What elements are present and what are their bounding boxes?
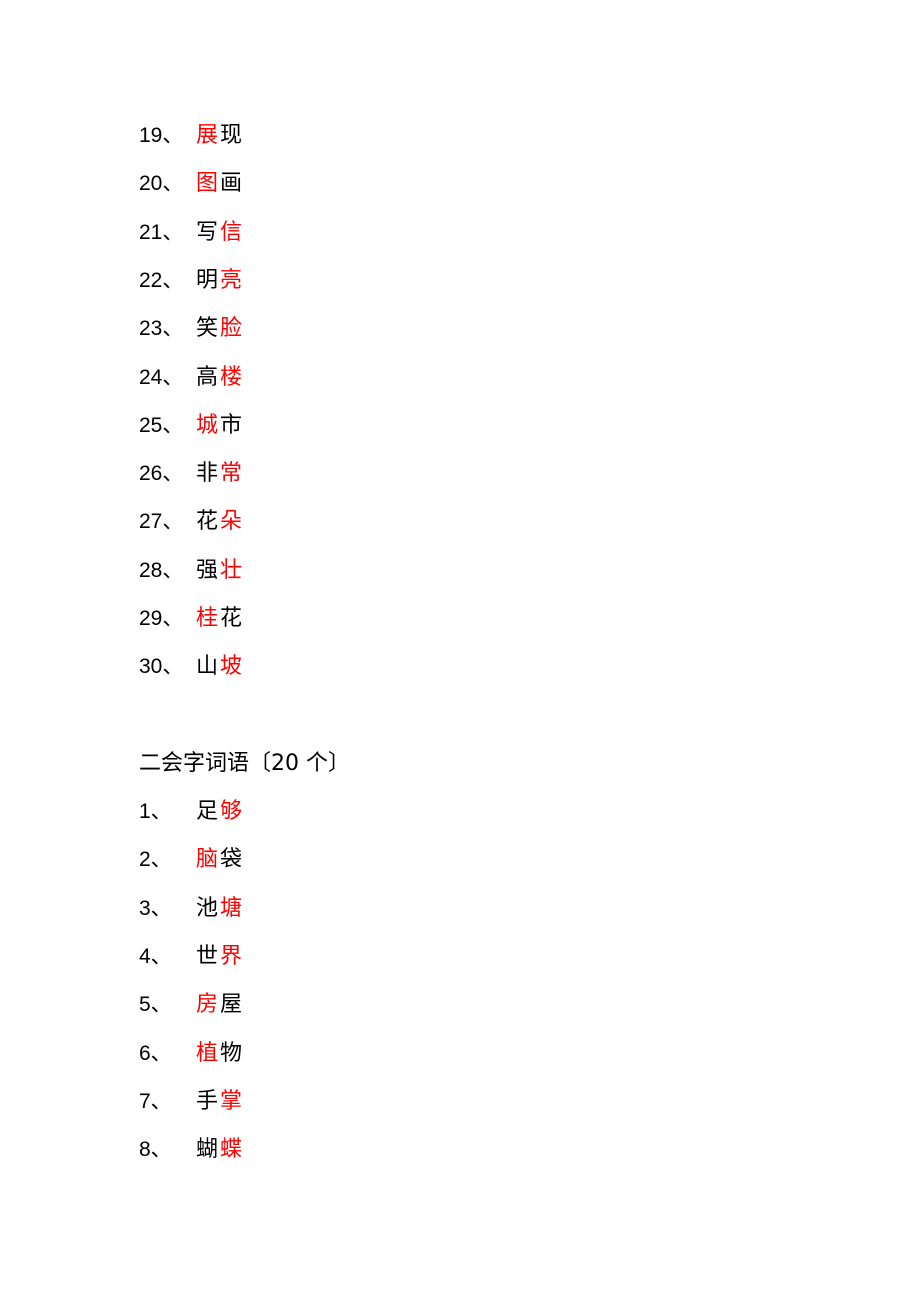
item-word: 山坡 [195, 652, 243, 682]
character: 明 [195, 267, 218, 293]
character: 池 [195, 895, 218, 921]
item-number: 28、 [139, 558, 184, 582]
character: 画 [219, 171, 242, 197]
item-number: 5、 [139, 993, 172, 1017]
highlighted-character: 脑 [195, 847, 218, 873]
character: 屋 [219, 992, 242, 1018]
character: 物 [219, 1040, 242, 1066]
character: 袋 [219, 847, 242, 873]
item-number: 26、 [139, 462, 184, 486]
item-number: 2、 [139, 848, 172, 872]
item-number: 22、 [139, 268, 184, 292]
item-word: 强壮 [195, 556, 243, 586]
document-page: 19、 展现 20、 图画 21、 写信 22、 明亮 23、 笑脸 24、 高楼 25、 城市 26、 非常… [0, 0, 920, 1302]
character: 手 [195, 1088, 218, 1114]
section-heading: 二会字词语〔20 个〕 [139, 751, 350, 776]
item-number: 21、 [139, 220, 184, 244]
character: 强 [195, 557, 218, 583]
item-number: 23、 [139, 317, 184, 341]
character: 笑 [195, 316, 218, 342]
item-word: 图画 [195, 169, 243, 199]
item-word: 笑脸 [195, 314, 243, 344]
character: 蝴 [195, 1137, 218, 1163]
item-number: 8、 [139, 1138, 172, 1162]
character: 花 [195, 509, 218, 535]
highlighted-character: 桂 [195, 606, 218, 631]
item-word: 花朵 [195, 507, 243, 537]
item-word: 房屋 [195, 990, 243, 1020]
item-word: 高楼 [195, 363, 243, 393]
item-word: 写信 [195, 218, 243, 248]
highlighted-character: 界 [219, 943, 242, 969]
highlighted-character: 够 [219, 799, 242, 824]
highlighted-character: 蝶 [219, 1137, 242, 1163]
item-number: 19、 [139, 124, 184, 147]
item-number: 30、 [139, 655, 184, 679]
character: 足 [195, 799, 218, 824]
item-number: 29、 [139, 607, 184, 630]
item-number: 20、 [139, 172, 184, 196]
highlighted-character: 壮 [219, 557, 242, 583]
item-word: 世界 [195, 942, 243, 972]
highlighted-character: 坡 [219, 654, 242, 680]
item-word: 展现 [195, 121, 243, 151]
character: 世 [195, 943, 218, 969]
character: 写 [195, 219, 218, 245]
item-word: 城市 [195, 411, 243, 441]
item-number: 4、 [139, 944, 172, 968]
highlighted-character: 展 [195, 123, 218, 148]
highlighted-character: 植 [195, 1040, 218, 1066]
highlighted-character: 常 [219, 461, 242, 487]
item-number: 27、 [139, 510, 184, 534]
item-number: 3、 [139, 896, 172, 920]
item-word: 植物 [195, 1039, 243, 1069]
item-number: 7、 [139, 1089, 172, 1113]
item-word: 足够 [195, 797, 243, 827]
character: 市 [219, 412, 242, 438]
highlighted-character: 亮 [219, 267, 242, 293]
highlighted-character: 图 [195, 171, 218, 197]
item-word: 蝴蝶 [195, 1135, 243, 1165]
highlighted-character: 朵 [219, 509, 242, 535]
item-number: 1、 [139, 800, 172, 823]
item-word: 池塘 [195, 894, 243, 924]
character: 花 [219, 606, 242, 631]
item-number: 24、 [139, 365, 184, 389]
item-word: 桂花 [195, 604, 243, 634]
item-number: 6、 [139, 1041, 172, 1065]
highlighted-character: 塘 [219, 895, 242, 921]
highlighted-character: 掌 [219, 1088, 242, 1114]
character: 高 [195, 364, 218, 390]
item-word: 明亮 [195, 266, 243, 296]
highlighted-character: 信 [219, 219, 242, 245]
highlighted-character: 城 [195, 412, 218, 438]
item-word: 非常 [195, 459, 243, 489]
highlighted-character: 房 [195, 992, 218, 1018]
item-word: 脑袋 [195, 845, 243, 875]
highlighted-character: 楼 [219, 364, 242, 390]
highlighted-character: 脸 [219, 316, 242, 342]
item-number: 25、 [139, 413, 184, 437]
character: 非 [195, 461, 218, 487]
item-word: 手掌 [195, 1087, 243, 1117]
character: 山 [195, 654, 218, 680]
character: 现 [219, 123, 242, 148]
